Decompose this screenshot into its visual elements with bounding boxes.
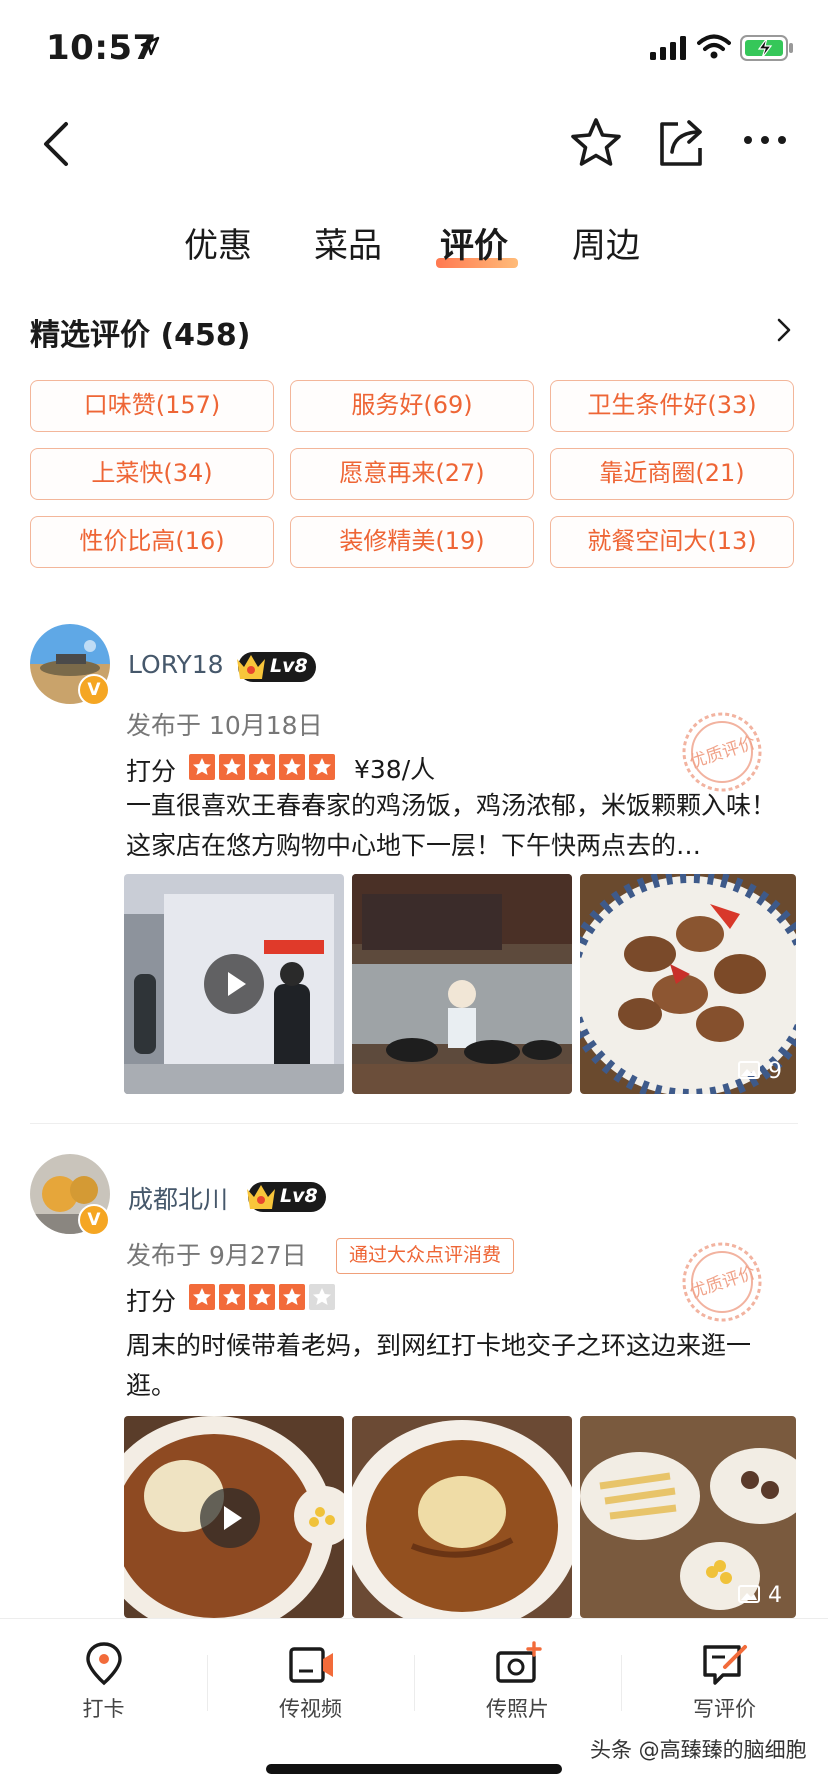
tag-chip[interactable]: 上菜快(34) — [30, 448, 274, 500]
write-review-button[interactable]: 写评价 — [621, 1633, 828, 1723]
status-bar: 10:57 — [0, 0, 828, 96]
level-badge: Lv8 — [237, 652, 316, 682]
watermark: 头条 @高臻臻的脑细胞 — [590, 1738, 807, 1762]
review-text[interactable]: 周末的时候带着老妈，到网红打卡地交子之环这边来逛一逛。 — [126, 1326, 796, 1406]
score-label: 打分 — [126, 1287, 177, 1316]
review-card: V 成都北川 Lv8 发布于 9月27日 通过大众点评消费 优质评价 打分 周末… — [0, 1154, 828, 1618]
play-button[interactable] — [200, 1488, 260, 1548]
star-rating — [189, 1284, 335, 1310]
cellular-signal-icon — [650, 36, 686, 60]
tag-chip[interactable]: 卫生条件好(33) — [550, 380, 794, 432]
home-indicator[interactable] — [266, 1764, 562, 1774]
publish-date: 发布于 10月18日 — [126, 711, 323, 740]
verified-purchase-badge: 通过大众点评消费 — [336, 1238, 515, 1274]
image-stack-icon — [738, 1585, 760, 1603]
review-photo[interactable]: 9 — [580, 874, 796, 1094]
username[interactable]: LORY18 — [128, 650, 224, 679]
review-video-thumbnail[interactable] — [124, 1416, 344, 1618]
location-arrow-icon — [140, 36, 160, 56]
price-per-person: ¥38/人 — [354, 755, 436, 784]
upload-video-button[interactable]: 传视频 — [207, 1633, 414, 1723]
tag-chip[interactable]: 口味赞(157) — [30, 380, 274, 432]
tag-chip[interactable]: 愿意再来(27) — [290, 448, 534, 500]
tag-chip[interactable]: 装修精美(19) — [290, 516, 534, 568]
tag-chip[interactable]: 性价比高(16) — [30, 516, 274, 568]
star-icon — [189, 754, 215, 780]
star-rating — [189, 754, 335, 780]
write-review-label: 写评价 — [693, 1697, 756, 1721]
location-pin-icon — [85, 1642, 122, 1686]
photo-count-text: 9 — [768, 1059, 782, 1084]
username[interactable]: 成都北川 — [128, 1180, 228, 1216]
photo-count: 4 — [737, 1583, 782, 1608]
tab-dishes[interactable]: 菜品 — [314, 218, 382, 267]
play-button[interactable] — [204, 954, 264, 1014]
crown-icon — [247, 1185, 275, 1209]
publish-date: 发布于 9月27日 — [126, 1241, 307, 1270]
photo-count-text: 4 — [768, 1583, 782, 1608]
star-favorite-icon[interactable] — [568, 116, 624, 170]
review-card: V LORY18 Lv8 发布于 10月18日 优质评价 打分 ¥38/人 一直… — [0, 624, 828, 1104]
upload-photo-button[interactable]: 传照片 — [414, 1633, 621, 1723]
checkin-button[interactable]: 打卡 — [0, 1633, 207, 1723]
share-icon[interactable] — [656, 114, 708, 170]
review-photo[interactable] — [352, 874, 572, 1094]
nav-bar — [0, 100, 828, 200]
level-badge: Lv8 — [247, 1182, 326, 1212]
tab-bar: 优惠 菜品 评价 周边 — [0, 208, 828, 278]
tab-deals[interactable]: 优惠 — [184, 218, 252, 267]
crown-icon — [237, 655, 265, 679]
camera-plus-icon — [495, 1641, 542, 1683]
level-text: Lv8 — [270, 655, 308, 677]
review-photo-strip: 9 — [124, 874, 796, 1094]
review-divider — [30, 1123, 798, 1124]
image-stack-icon — [738, 1061, 760, 1079]
verified-badge: V — [78, 674, 110, 706]
score-label: 打分 — [126, 757, 177, 786]
review-photo-strip: 4 — [124, 1416, 796, 1618]
video-upload-icon — [288, 1647, 333, 1683]
upload-video-label: 传视频 — [279, 1697, 342, 1721]
upload-photo-label: 传照片 — [486, 1697, 549, 1721]
tab-reviews[interactable]: 评价 — [440, 218, 508, 267]
featured-reviews-title[interactable]: 精选评价 (458) — [30, 310, 251, 354]
wifi-icon — [697, 34, 731, 59]
checkin-label: 打卡 — [82, 1697, 125, 1721]
tag-chip[interactable]: 服务好(69) — [290, 380, 534, 432]
battery-charging-icon — [740, 35, 793, 61]
write-review-icon — [702, 1645, 747, 1685]
review-text[interactable]: 一直很喜欢王春春家的鸡汤饭，鸡汤浓郁，米饭颗颗入味！这家店在悠方购物中心地下一层… — [126, 786, 796, 866]
back-arrow-icon[interactable] — [40, 120, 76, 168]
photo-count: 9 — [737, 1059, 782, 1084]
tag-chip[interactable]: 靠近商圈(21) — [550, 448, 794, 500]
level-text: Lv8 — [280, 1185, 318, 1207]
play-icon — [224, 1506, 242, 1530]
tab-nearby[interactable]: 周边 — [572, 218, 640, 267]
more-options-icon[interactable] — [742, 134, 788, 146]
chevron-right-icon[interactable] — [774, 316, 794, 344]
review-photo[interactable] — [352, 1416, 572, 1618]
verified-badge: V — [78, 1204, 110, 1236]
play-icon — [228, 972, 246, 996]
review-photo[interactable]: 4 — [580, 1416, 796, 1618]
review-video-thumbnail[interactable] — [124, 874, 344, 1094]
tag-chip[interactable]: 就餐空间大(13) — [550, 516, 794, 568]
